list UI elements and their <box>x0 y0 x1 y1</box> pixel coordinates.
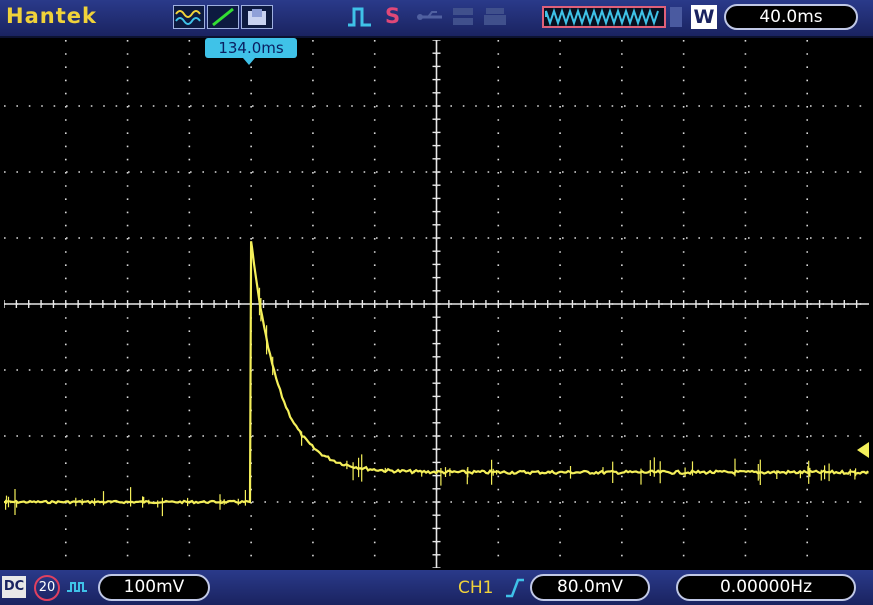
trigger-level-value[interactable]: 80.0mV <box>530 574 650 601</box>
frequency-counter: 0.00000Hz <box>676 574 856 601</box>
top-status-bar: Hantek S W 40.0ms <box>0 0 873 38</box>
memory-waveform-icon <box>545 8 659 26</box>
cursor-time-label[interactable]: 134.0ms <box>205 38 297 65</box>
trigger-channel-label: CH1 <box>458 578 494 598</box>
acquire-mode-icon[interactable] <box>173 5 205 29</box>
timebase-mode-letter: W <box>691 5 717 29</box>
trigger-edge-icon[interactable] <box>345 5 375 29</box>
memory-end-marker <box>670 7 682 27</box>
persistence-icon[interactable] <box>241 5 273 29</box>
display-mode-icon[interactable] <box>207 5 239 29</box>
timebase-value[interactable]: 40.0ms <box>724 4 858 30</box>
printer-icon <box>482 6 508 28</box>
trigger-rising-edge-icon <box>504 576 526 600</box>
brand-logo: Hantek <box>6 4 97 28</box>
bottom-status-bar: DC 20 100mV CH1 80.0mV 0.00000Hz <box>0 570 873 605</box>
memory-depth-indicator[interactable] <box>542 6 666 28</box>
usb-icon <box>416 8 446 26</box>
coupling-badge: DC <box>2 576 26 598</box>
bandwidth-limit-badge: 20 <box>34 575 60 601</box>
waveform-display <box>4 40 869 568</box>
ch1-volts-per-div[interactable]: 100mV <box>98 574 210 601</box>
network-icon <box>450 6 476 28</box>
trigger-mode-symbol: S <box>385 4 401 28</box>
ch1-level-marker <box>857 442 869 458</box>
invert-wave-icon <box>66 579 92 597</box>
graticule-grid <box>4 40 869 568</box>
